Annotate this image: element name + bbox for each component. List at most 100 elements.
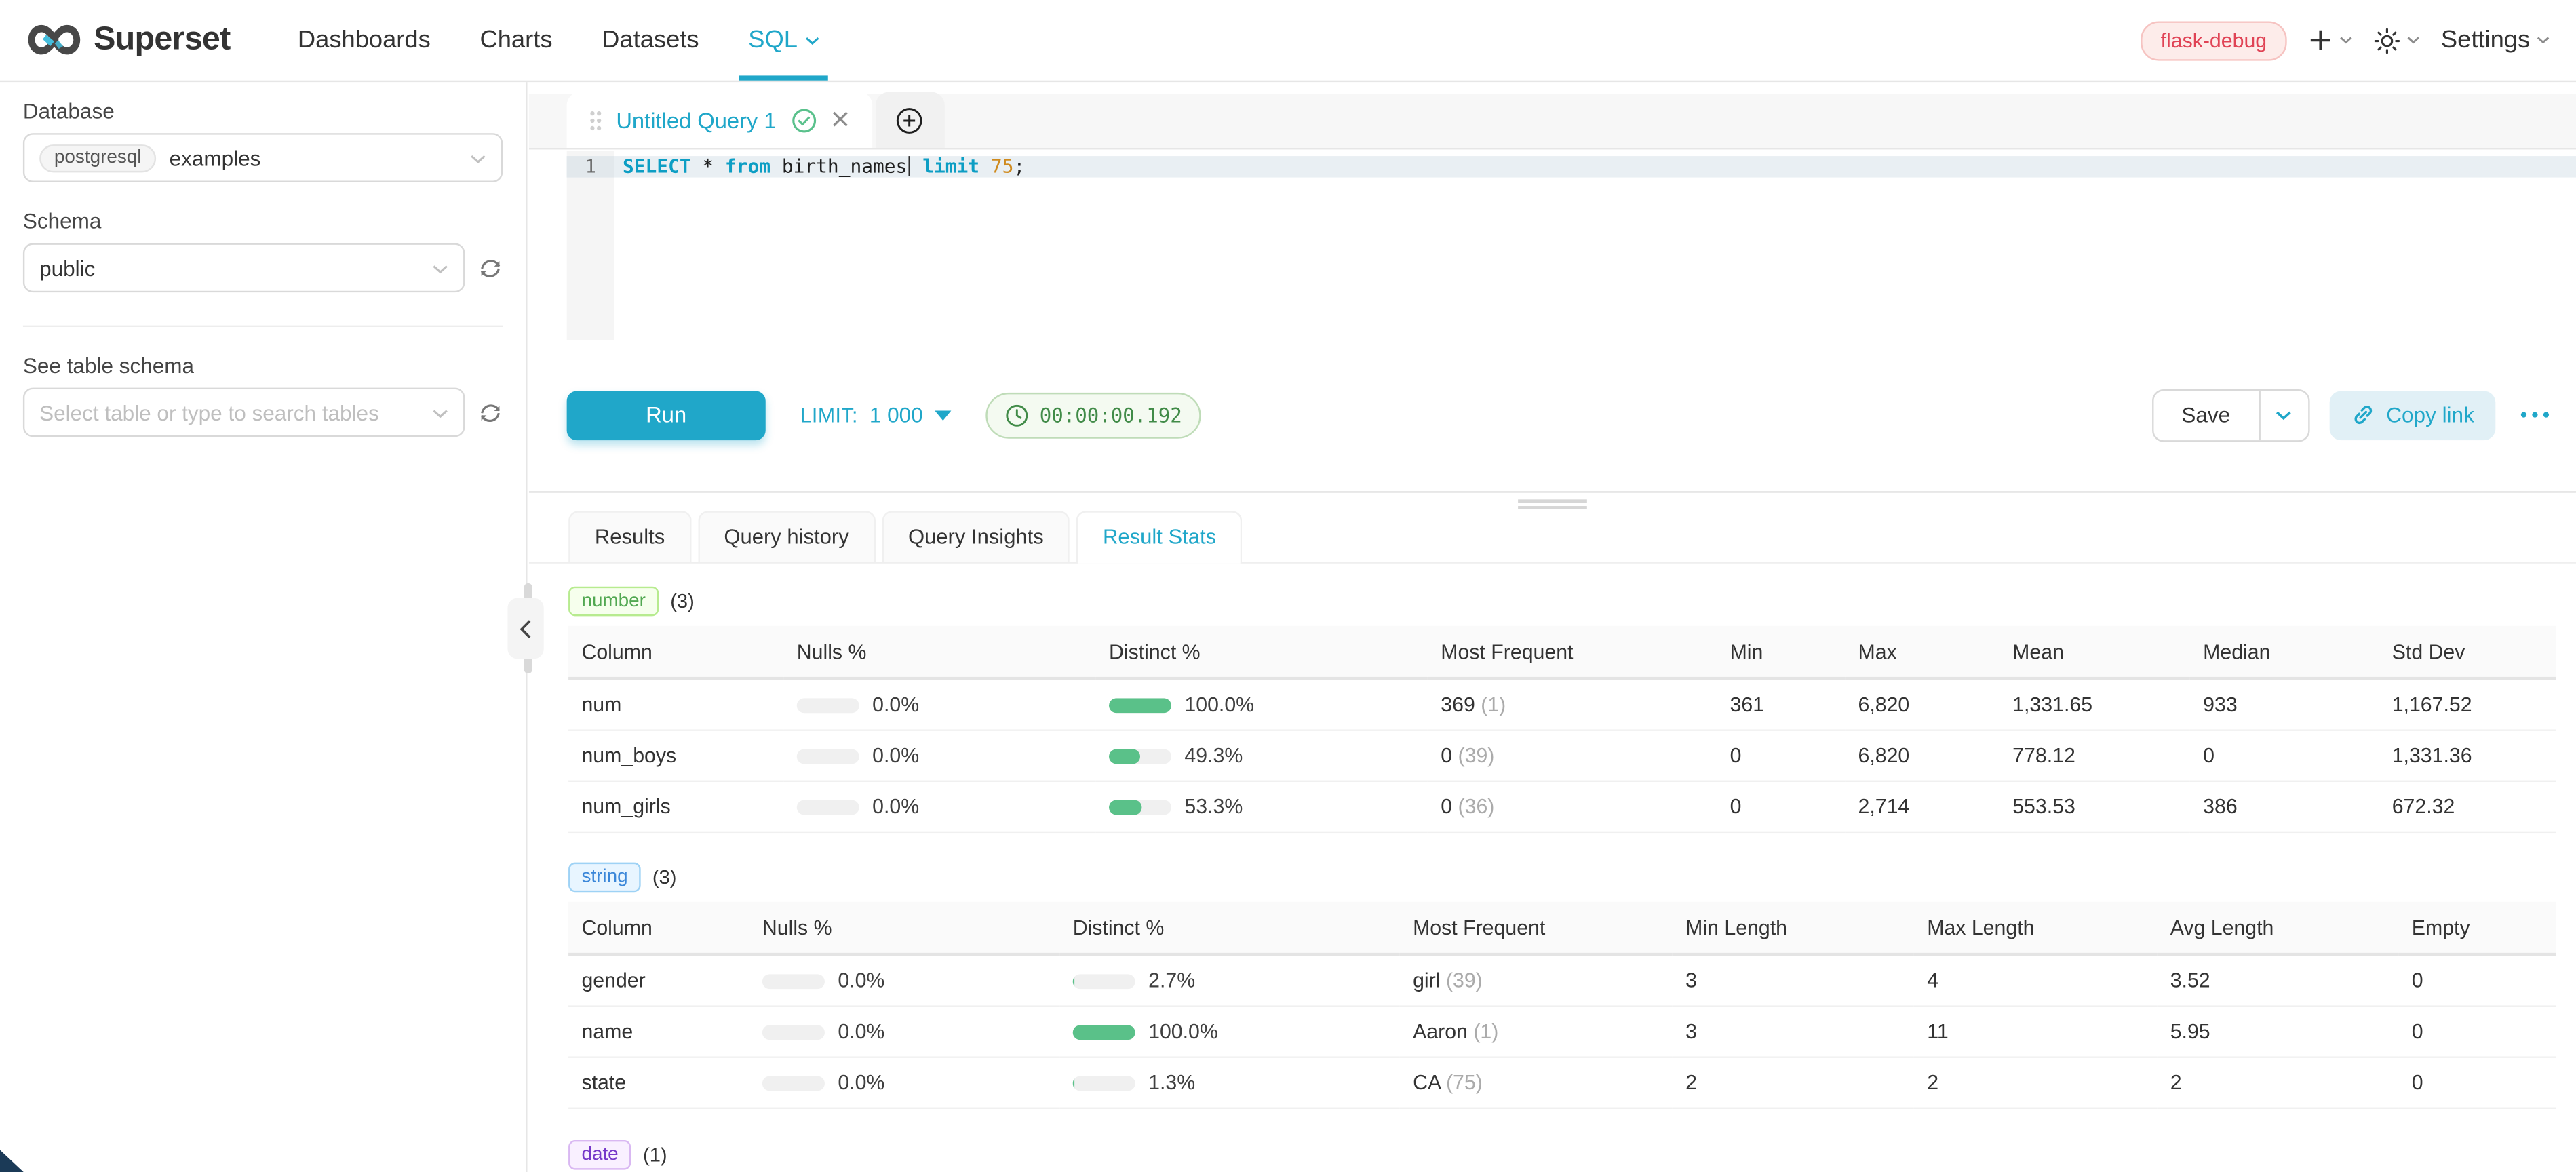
theme-toggle[interactable] (2374, 27, 2420, 54)
column-name: num_girls (568, 781, 783, 832)
section-number: number (3) Column Nulls % Distinct % Mos… (568, 587, 2556, 833)
tab-result-stats[interactable]: Result Stats (1076, 510, 1243, 561)
sql-editor-area: Untitled Query 1 1 SELEC (529, 81, 2576, 1172)
nulls-bar (762, 1024, 825, 1039)
table-row: num_boys 0.0% 49.3% 0 (39) 0 6,820 778.1… (568, 730, 2556, 781)
nav-item-dashboards[interactable]: Dashboards (273, 0, 456, 81)
refresh-tables-icon[interactable] (478, 400, 503, 425)
nav-item-sql[interactable]: SQL (724, 0, 845, 81)
active-code-line: 1 SELECT * from birth_names limit 75; (567, 156, 2576, 177)
main-nav: Dashboards Charts Datasets SQL (273, 0, 846, 81)
text-cursor (908, 157, 911, 176)
query-timer: 00:00:00.192 (985, 392, 1202, 438)
superset-brand[interactable]: Superset (26, 21, 231, 59)
environment-tag: flask-debug (2141, 20, 2287, 60)
copy-link-button[interactable]: Copy link (2329, 391, 2496, 440)
new-query-tab-button[interactable] (875, 92, 944, 148)
number-stats-table: Column Nulls % Distinct % Most Frequent … (568, 626, 2556, 833)
editor-gutter (567, 151, 614, 340)
panel-splitter[interactable] (529, 492, 2576, 508)
schema-select[interactable]: public (23, 243, 465, 292)
save-split-button: Save (2152, 389, 2309, 442)
chevron-down-icon (432, 397, 448, 427)
collapse-sidebar-button[interactable] (507, 598, 543, 659)
chevron-left-icon (519, 619, 532, 638)
superset-logo-icon (26, 22, 82, 58)
nav-item-charts[interactable]: Charts (455, 0, 577, 81)
type-tag-date: date (568, 1140, 631, 1170)
chevron-down-icon (432, 253, 448, 283)
column-name: num (568, 678, 783, 730)
column-name: num_boys (568, 730, 783, 781)
plus-icon (2308, 28, 2333, 52)
results-tabbar: Results Query history Query Insights Res… (529, 511, 2576, 562)
more-options-icon[interactable] (2520, 411, 2550, 419)
distinct-bar (1073, 973, 1135, 988)
type-count: (1) (643, 1144, 667, 1167)
close-tab-icon[interactable] (831, 108, 849, 132)
sidebar-divider (23, 326, 503, 327)
timer-value: 00:00:00.192 (1040, 404, 1182, 427)
save-options-button[interactable] (2258, 391, 2307, 440)
table-row: gender 0.0% 2.7% girl (39) 3 4 3.52 0 (568, 954, 2556, 1006)
distinct-bar (1073, 1075, 1135, 1090)
string-stats-table: Column Nulls % Distinct % Most Frequent … (568, 902, 2556, 1109)
top-navbar: Superset Dashboards Charts Datasets SQL … (0, 0, 2576, 82)
limit-value: 1 000 (870, 403, 923, 427)
column-name: gender (568, 954, 749, 1006)
drag-handle-icon[interactable] (590, 109, 602, 130)
sql-lab-page: Superset Dashboards Charts Datasets SQL … (0, 0, 2576, 1172)
database-engine-tag: postgresql (39, 144, 156, 172)
section-string: string (3) Column Nulls % Distinct % Mos… (568, 863, 2556, 1109)
table-select[interactable]: Select table or type to search tables (23, 388, 465, 437)
database-value: examples (170, 145, 261, 170)
limit-label: LIMIT: (800, 404, 858, 427)
database-select[interactable]: postgresql examples (23, 133, 503, 182)
saved-check-icon (791, 108, 815, 132)
sql-code-editor[interactable]: 1 SELECT * from birth_names limit 75; (529, 151, 2576, 340)
nulls-bar (762, 973, 825, 988)
editor-tabstrip: Untitled Query 1 (529, 94, 2576, 149)
chevron-down-icon (2276, 410, 2292, 421)
nav-item-datasets[interactable]: Datasets (577, 0, 724, 81)
nulls-bar (797, 748, 859, 763)
table-row: num 0.0% 100.0% 369 (1) 361 6,820 1,331.… (568, 678, 2556, 730)
limit-dropdown[interactable]: LIMIT: 1 000 (800, 403, 951, 427)
sql-lab-left-panel: Database postgresql examples Schema publ… (0, 81, 528, 1172)
chevron-down-icon (806, 35, 821, 45)
chevron-down-icon (2406, 36, 2419, 44)
distinct-bar (1109, 799, 1171, 814)
mouse-cursor (0, 1149, 26, 1172)
table-schema-label: See table schema (23, 353, 503, 378)
table-header-row: Column Nulls % Distinct % Most Frequent … (568, 626, 2556, 679)
result-stats-panel: number (3) Column Nulls % Distinct % Mos… (568, 564, 2556, 1172)
type-count: (3) (652, 865, 677, 888)
clock-icon (1005, 404, 1028, 427)
settings-menu[interactable]: Settings (2441, 26, 2550, 54)
tab-query-history[interactable]: Query history (698, 510, 876, 561)
column-name: name (568, 1007, 749, 1057)
save-button[interactable]: Save (2153, 391, 2258, 440)
brand-name: Superset (94, 21, 230, 59)
table-row: state 0.0% 1.3% CA (75) 2 2 2 0 (568, 1057, 2556, 1108)
table-header-row: Column Nulls % Distinct % Most Frequent … (568, 902, 2556, 955)
new-item-button[interactable] (2308, 28, 2352, 52)
sun-icon (2374, 27, 2400, 54)
tab-results[interactable]: Results (568, 510, 691, 561)
nulls-bar (797, 697, 859, 712)
schema-label: Schema (23, 209, 503, 233)
refresh-schemas-icon[interactable] (478, 256, 503, 280)
query-tab[interactable]: Untitled Query 1 (567, 92, 872, 148)
table-row: name 0.0% 100.0% Aaron (1) 3 11 5.95 0 (568, 1007, 2556, 1057)
distinct-bar (1109, 697, 1171, 712)
plus-circle-icon (895, 106, 923, 134)
table-row: num_girls 0.0% 53.3% 0 (36) 0 2,714 553.… (568, 781, 2556, 832)
schema-value: public (39, 256, 95, 280)
type-tag-number: number (568, 587, 659, 617)
run-button[interactable]: Run (567, 391, 766, 440)
sql-toolbar: Run LIMIT: 1 000 00:00:00.192 Save (529, 340, 2576, 492)
tab-query-insights[interactable]: Query Insights (882, 510, 1070, 561)
database-label: Database (23, 98, 503, 123)
distinct-bar (1109, 748, 1171, 763)
type-count: (3) (670, 590, 695, 613)
